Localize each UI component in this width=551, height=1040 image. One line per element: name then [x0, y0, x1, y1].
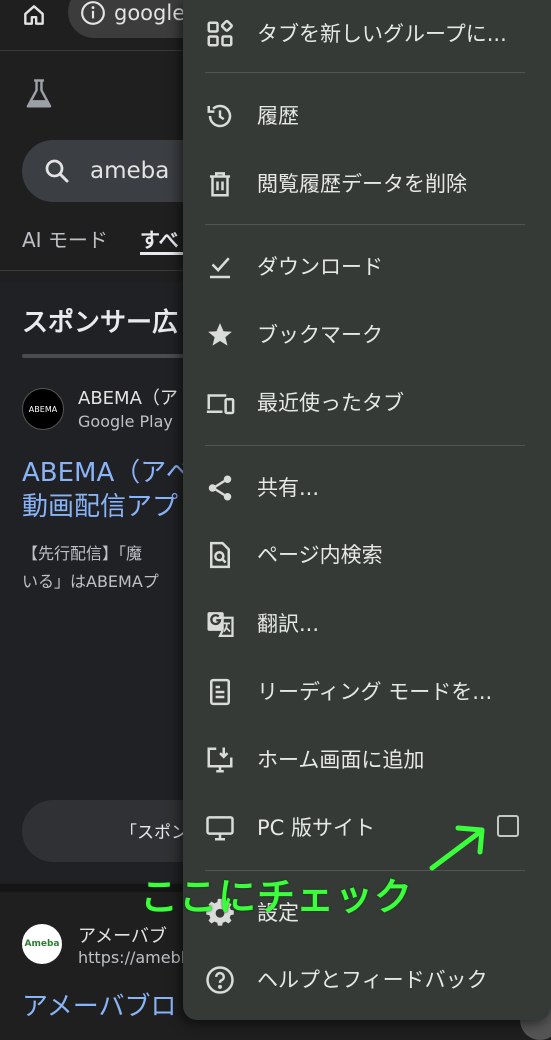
search-input[interactable]: ameba	[90, 157, 169, 185]
tab-all[interactable]: すべ	[140, 224, 179, 253]
menu-item-label: 翻訳...	[257, 612, 320, 636]
add-to-home-icon	[205, 745, 235, 775]
address-bar-text: google	[114, 1, 186, 25]
find-in-page-icon	[205, 540, 235, 570]
star-icon	[205, 320, 235, 350]
menu-item-help-feedback[interactable]: ヘルプとフィードバック	[183, 950, 523, 1010]
abema-logo: ABEMA	[22, 388, 64, 430]
translate-icon	[205, 609, 235, 639]
tab-ai-mode[interactable]: AI モード	[22, 224, 108, 253]
menu-item-label: ダウンロード	[257, 255, 383, 279]
result-url: https://amebl	[78, 948, 186, 967]
ad-site-name: ABEMA（ア	[78, 388, 178, 409]
ameblo-logo: Ameba	[22, 924, 62, 964]
ad-description: 【先行配信】「魔	[22, 544, 143, 563]
menu-item-label: タブを新しいグループに...	[257, 22, 507, 46]
ad-source: Google Play	[78, 412, 173, 431]
sponsored-more-label: 「スポン	[120, 823, 188, 843]
result-site-name: アメーバブ	[78, 926, 167, 947]
menu-item-label: ヘルプとフィードバック	[257, 968, 488, 992]
menu-item-share[interactable]: 共有...	[183, 458, 523, 518]
menu-item-translate[interactable]: 翻訳...	[183, 594, 523, 654]
annotation-label: ここにチェック	[140, 875, 414, 919]
menu-item-label: 共有...	[257, 476, 320, 500]
menu-item-clear-browsing-data[interactable]: 閲覧履歴データを削除	[183, 154, 523, 214]
menu-item-label: 履歴	[257, 104, 299, 128]
trash-icon	[205, 169, 235, 199]
devices-icon	[205, 388, 235, 418]
labs-flask-icon[interactable]	[24, 78, 54, 110]
home-icon	[24, 5, 44, 25]
ad-title-link[interactable]: ABEMA（アベ	[22, 452, 192, 489]
monitor-icon	[205, 813, 235, 843]
history-icon	[205, 101, 235, 131]
menu-divider	[205, 445, 525, 446]
menu-item-label: 閲覧履歴データを削除	[257, 172, 467, 196]
annotation-arrow-icon	[420, 818, 500, 878]
ad-title-link-line2[interactable]: 動画配信アプ	[22, 486, 178, 523]
reading-mode-icon	[205, 677, 235, 707]
menu-item-downloads[interactable]: ダウンロード	[183, 237, 523, 297]
result-title-link[interactable]: アメーバブロ	[22, 986, 176, 1023]
help-icon	[205, 965, 235, 995]
download-check-icon	[205, 252, 235, 282]
menu-item-reading-mode[interactable]: リーディング モードを...	[183, 662, 523, 722]
menu-item-tab-group[interactable]: タブを新しいグループに...	[183, 4, 523, 64]
menu-divider	[205, 224, 525, 225]
ad-description-line2: いる」はABEMAプ	[22, 572, 159, 591]
sponsored-heading: スポンサー広	[22, 308, 179, 338]
menu-item-label: PC 版サイト	[257, 816, 376, 840]
desktop-site-checkbox[interactable]	[497, 815, 519, 837]
menu-item-find-in-page[interactable]: ページ内検索	[183, 525, 523, 585]
menu-item-recent-tabs[interactable]: 最近使ったタブ	[183, 373, 523, 433]
menu-item-bookmarks[interactable]: ブックマーク	[183, 305, 523, 365]
search-icon	[42, 156, 72, 186]
menu-item-label: ホーム画面に追加	[257, 748, 425, 772]
site-info-icon[interactable]	[80, 0, 106, 26]
menu-divider	[205, 72, 525, 73]
menu-item-label: ブックマーク	[257, 323, 383, 347]
menu-item-add-to-home[interactable]: ホーム画面に追加	[183, 730, 523, 790]
menu-item-history[interactable]: 履歴	[183, 86, 523, 146]
tab-group-icon	[205, 19, 235, 49]
home-button[interactable]	[14, 0, 54, 30]
menu-item-label: ページ内検索	[257, 543, 383, 567]
share-icon	[205, 473, 235, 503]
menu-item-label: 最近使ったタブ	[257, 391, 404, 415]
menu-item-label: リーディング モードを...	[257, 680, 493, 704]
